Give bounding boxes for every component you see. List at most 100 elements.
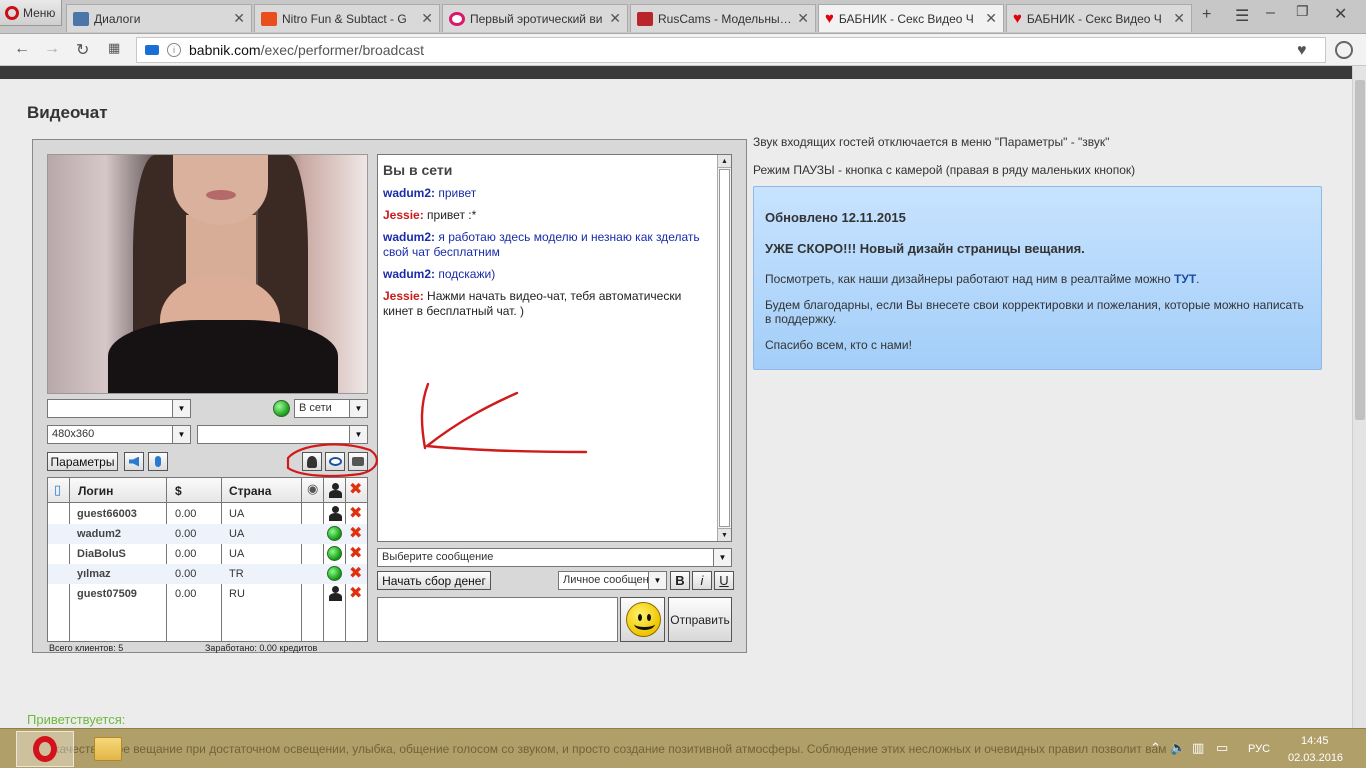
site-info-icon[interactable]: i: [167, 43, 181, 57]
user-column-icon: [329, 483, 342, 498]
bookmark-heart-icon[interactable]: ♥: [1297, 42, 1307, 60]
camera-icon: [352, 457, 364, 466]
online-status-icon[interactable]: [327, 526, 342, 541]
speed-dial-icon[interactable]: ▦: [108, 40, 120, 56]
chat-nick[interactable]: wadum2:: [383, 186, 435, 200]
close-tab-icon[interactable]: ✕: [1173, 10, 1185, 27]
underline-button[interactable]: U: [714, 571, 734, 590]
tab-soundcloud[interactable]: Nitro Fun & Subtact - G ✕: [254, 4, 440, 32]
chat-nick[interactable]: Jessie:: [383, 289, 424, 303]
close-tab-icon[interactable]: ✕: [421, 10, 433, 27]
bold-button[interactable]: B: [670, 571, 690, 590]
microphone-button[interactable]: [148, 452, 168, 471]
heart-icon: ♥: [825, 10, 834, 27]
params-button[interactable]: Параметры: [47, 452, 118, 471]
account-icon[interactable]: [1335, 41, 1353, 59]
user-row[interactable]: wadum2 0.00 UA ✖: [48, 524, 367, 544]
private-message-select[interactable]: Личное сообщение ▼: [558, 571, 667, 590]
column-amount[interactable]: $: [175, 484, 182, 498]
tab-babnik[interactable]: ♥ БАБНИК - Секс Видео Ч ✕: [1006, 4, 1192, 32]
file-explorer-icon[interactable]: [94, 737, 122, 761]
network-icon[interactable]: ▥: [1192, 740, 1204, 756]
column-login[interactable]: Логин: [78, 484, 113, 498]
tray-arrow-icon[interactable]: ⌃: [1150, 740, 1161, 756]
user-row[interactable]: guest07509 0.00 RU ✖: [48, 584, 367, 604]
phone-icon: ▯: [54, 482, 62, 497]
chat-nick[interactable]: wadum2:: [383, 267, 435, 281]
user-row[interactable]: yılmaz 0.00 TR ✖: [48, 564, 367, 584]
chat-text: Нажми начать видео-чат, тебя автоматичес…: [383, 289, 682, 318]
tab-ruscams[interactable]: RusCams - Модельный к ✕: [630, 4, 816, 32]
reload-icon[interactable]: ↻: [76, 40, 89, 60]
page-scroll-thumb[interactable]: [1355, 80, 1365, 420]
user-amount: 0.00: [175, 528, 197, 540]
scroll-down-icon[interactable]: ▼: [718, 528, 731, 541]
sound-button[interactable]: [124, 452, 144, 471]
online-status-icon[interactable]: [327, 546, 342, 561]
user-country: RU: [229, 588, 245, 600]
kick-user-icon[interactable]: ✖: [349, 506, 362, 522]
chat-nick[interactable]: wadum2:: [383, 230, 435, 244]
kick-user-icon[interactable]: ✖: [349, 566, 362, 582]
close-tab-icon[interactable]: ✕: [797, 10, 809, 27]
chat-text: привет :*: [427, 208, 477, 222]
forward-icon[interactable]: →: [44, 40, 60, 58]
battery-icon[interactable]: ▭: [1216, 740, 1228, 756]
column-country[interactable]: Страна: [229, 484, 271, 498]
scroll-up-icon[interactable]: ▲: [718, 155, 731, 168]
resolution-select[interactable]: 480x360 ▼: [47, 425, 191, 444]
chat-scroll-thumb[interactable]: [719, 169, 730, 527]
online-status-icon: [273, 400, 290, 417]
clock-time[interactable]: 14:45: [1301, 735, 1329, 747]
tab-erotic-site[interactable]: Первый эротический ви ✕: [442, 4, 628, 32]
opera-menu-button[interactable]: Меню: [0, 0, 62, 26]
back-icon[interactable]: ←: [14, 40, 30, 58]
welcome-text: качественное вещание при достаточном осв…: [54, 742, 1167, 756]
clock-date[interactable]: 02.03.2016: [1288, 752, 1343, 764]
user-row[interactable]: DiaBoluS 0.00 UA ✖: [48, 544, 367, 564]
close-tab-icon[interactable]: ✕: [233, 10, 245, 27]
start-collect-money-button[interactable]: Начать сбор денег: [377, 571, 491, 590]
close-tab-icon[interactable]: ✕: [609, 10, 621, 27]
camera-select[interactable]: ▼: [47, 399, 191, 418]
italic-button[interactable]: i: [692, 571, 712, 590]
user-amount: 0.00: [175, 588, 197, 600]
pause-camera-button[interactable]: [348, 452, 368, 471]
emoticons-button[interactable]: [620, 597, 665, 642]
kick-user-icon[interactable]: ✖: [349, 586, 362, 602]
close-tab-icon[interactable]: ✕: [985, 10, 997, 27]
chat-nick[interactable]: Jessie:: [383, 208, 424, 222]
user-icon[interactable]: [329, 506, 342, 521]
url-field[interactable]: i babnik.com/exec/performer/broadcast: [136, 37, 1326, 63]
tab-menu-icon[interactable]: ☰: [1235, 6, 1249, 26]
new-tab-icon[interactable]: +: [1202, 6, 1211, 24]
tab-dialogs[interactable]: Диалоги ✕: [66, 4, 252, 32]
microphone-select[interactable]: ▼: [197, 425, 368, 444]
kick-user-icon[interactable]: ✖: [349, 546, 362, 562]
online-status-icon[interactable]: [327, 566, 342, 581]
user-row[interactable]: guest66003 0.00 UA ✖: [48, 504, 367, 524]
language-indicator[interactable]: РУС: [1248, 743, 1270, 755]
smiley-icon: [626, 602, 661, 637]
chat-input[interactable]: [377, 597, 618, 642]
minimize-icon[interactable]: –: [1266, 4, 1275, 22]
private-mode-button[interactable]: [302, 452, 322, 471]
browser-tab-bar: Меню Диалоги ✕ Nitro Fun & Subtact - G ✕…: [0, 0, 1366, 34]
status-select[interactable]: В сети ▼: [294, 399, 368, 418]
kick-user-icon[interactable]: ✖: [349, 526, 362, 542]
user-icon[interactable]: [329, 586, 342, 601]
volume-icon[interactable]: 🔈: [1170, 740, 1186, 756]
user-login: guest07509: [77, 588, 137, 600]
taskbar-opera-button[interactable]: [16, 731, 74, 767]
page-scrollbar[interactable]: [1352, 66, 1366, 728]
quick-message-select[interactable]: Выберите сообщение ▼: [377, 548, 732, 567]
view-mode-button[interactable]: [325, 452, 345, 471]
notice-link[interactable]: ТУТ: [1174, 272, 1196, 286]
close-window-icon[interactable]: ✕: [1334, 4, 1347, 24]
send-button[interactable]: Отправить: [668, 597, 732, 642]
chat-scrollbar[interactable]: ▲ ▼: [717, 155, 731, 541]
restore-icon[interactable]: ❐: [1296, 3, 1309, 20]
notice-paragraph-1: Посмотреть, как наши дизайнеры работают …: [765, 272, 1200, 286]
tab-babnik-active[interactable]: ♥ БАБНИК - Секс Видео Ч ✕: [818, 4, 1004, 32]
user-country: UA: [229, 508, 245, 520]
